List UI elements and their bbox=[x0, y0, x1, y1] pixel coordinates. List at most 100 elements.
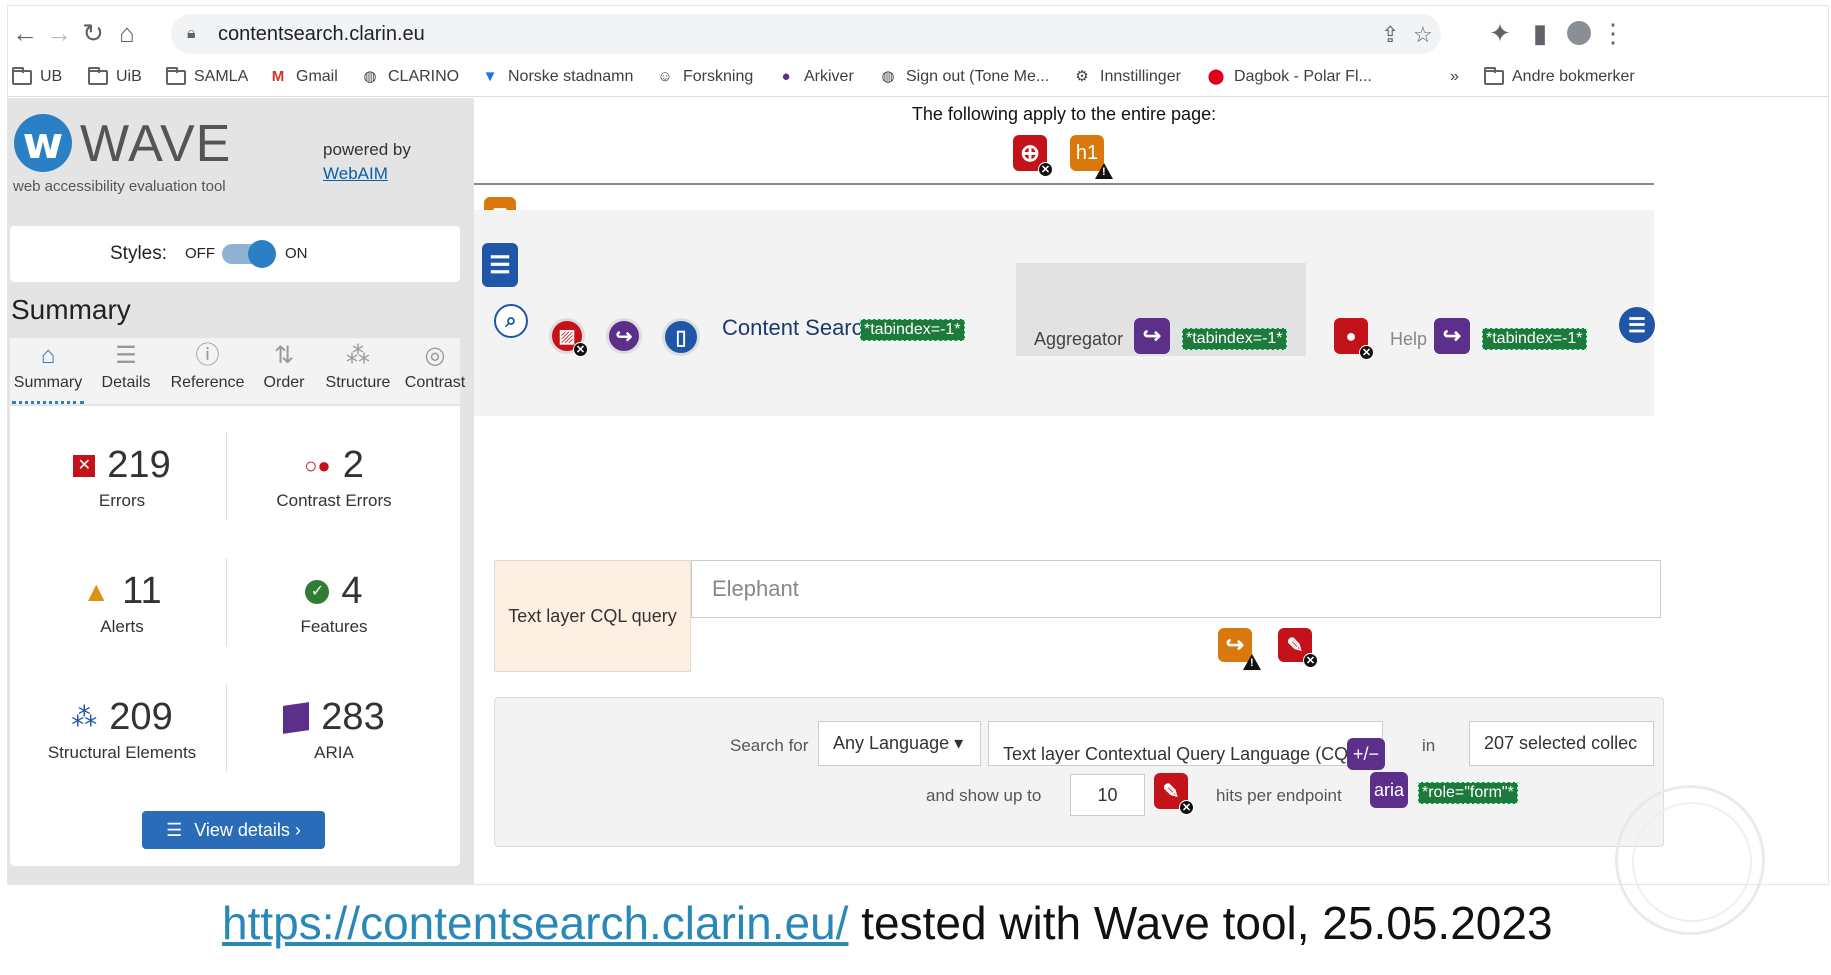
caption-link[interactable]: https://contentsearch.clarin.eu/ bbox=[222, 897, 848, 949]
reload-icon[interactable]: ↻ bbox=[78, 18, 108, 48]
stat-alerts[interactable]: ▲ 11 Alerts bbox=[22, 570, 222, 637]
bookmark-ub[interactable]: UB bbox=[12, 66, 62, 86]
dagbok-icon: ⬤ bbox=[1207, 68, 1225, 85]
link-error-icon[interactable]: ● ✕ bbox=[1334, 318, 1374, 360]
aria-tabindex-icon[interactable]: ↪ bbox=[1134, 318, 1170, 354]
styles-toggle-box: Styles: OFF ON bbox=[10, 226, 460, 282]
cql-query-input[interactable]: Elephant bbox=[691, 560, 1661, 618]
header-structure-icon[interactable]: ☰ bbox=[482, 243, 518, 287]
divider bbox=[226, 558, 227, 646]
bookmark-uib[interactable]: UiB bbox=[88, 66, 142, 86]
folder-icon bbox=[166, 66, 186, 85]
entire-page-text: The following apply to the entire page: bbox=[911, 104, 1217, 124]
bookmark-forskning[interactable]: ☺ Forskning bbox=[655, 68, 753, 86]
cql-query-label: Text layer CQL query bbox=[494, 560, 691, 672]
bookmark-innstillinger[interactable]: ⚙ Innstillinger bbox=[1072, 68, 1181, 86]
globe-icon: ◍ bbox=[881, 68, 895, 85]
browser-window: ← → ↻ ⌂ 🔒︎ contentsearch.clarin.eu ⇪ ☆ ✦… bbox=[7, 5, 1829, 885]
h1-alert-icon[interactable]: h1 bbox=[1070, 135, 1113, 179]
styles-toggle-knob[interactable] bbox=[248, 240, 276, 268]
stat-errors[interactable]: ✕ 219 Errors bbox=[22, 444, 222, 511]
order-icon: ⇅ bbox=[273, 342, 295, 369]
tab-structure[interactable]: ⁂ Structure bbox=[318, 338, 398, 404]
address-bar[interactable]: 🔒︎ contentsearch.clarin.eu ⇪ ☆ bbox=[171, 14, 1441, 54]
show-up-to-label: and show up to bbox=[926, 786, 1042, 805]
image-error-icon[interactable]: ▨ ✕ bbox=[549, 318, 588, 357]
divider bbox=[226, 684, 227, 772]
region-icon[interactable]: ▯ bbox=[662, 318, 700, 356]
folder-icon bbox=[12, 66, 32, 85]
browser-toolbar: ← → ↻ ⌂ 🔒︎ contentsearch.clarin.eu ⇪ ☆ ✦… bbox=[8, 6, 1828, 61]
menu-icon[interactable]: ⋮ bbox=[1598, 18, 1628, 48]
missing-label-error-icon[interactable]: ✎ ✕ bbox=[1154, 773, 1194, 815]
folder-icon bbox=[88, 66, 108, 85]
hits-input[interactable]: 10 bbox=[1070, 774, 1145, 816]
bookmark-gmail[interactable]: M Gmail bbox=[268, 68, 338, 86]
bookmark-samla[interactable]: SAMLA bbox=[166, 66, 248, 86]
back-icon[interactable]: ← bbox=[10, 18, 40, 48]
share-icon[interactable]: ⇪ bbox=[1381, 22, 1399, 48]
bookmark-dagbok[interactable]: ⬤ Dagbok - Polar Fl... bbox=[1206, 68, 1372, 86]
aria-tabindex-icon[interactable]: ↪ bbox=[606, 318, 642, 354]
hits-per-endpoint-label: hits per endpoint bbox=[1216, 786, 1342, 805]
tab-details[interactable]: ☰ Details bbox=[90, 338, 162, 404]
info-icon: ⓘ bbox=[195, 342, 220, 369]
query-language-select[interactable]: Text layer Contextual Query Language (CQ… bbox=[988, 721, 1383, 766]
aria-expanded-icon[interactable]: +/− bbox=[1347, 738, 1385, 770]
feature-check-icon: ✓ bbox=[305, 579, 330, 604]
tab-summary[interactable]: ⌂ Summary bbox=[12, 338, 84, 404]
more-bookmarks-icon[interactable]: » bbox=[1450, 68, 1459, 86]
bookmark-stadnamn[interactable]: ▼ Norske stadnamn bbox=[480, 68, 634, 86]
url-text[interactable]: contentsearch.clarin.eu bbox=[218, 23, 425, 46]
list-structure-icon[interactable]: ☰ bbox=[1619, 307, 1655, 343]
styles-on-label: ON bbox=[285, 245, 308, 262]
stat-aria[interactable]: 283 ARIA bbox=[234, 696, 434, 763]
tab-reference[interactable]: ⓘ Reference bbox=[165, 338, 250, 404]
styles-label: Styles: bbox=[110, 243, 168, 264]
summary-panel: ✕ 219 Errors ○● 2 Contrast Errors ▲ 11 Aler… bbox=[10, 406, 460, 866]
gear-icon: ⚙ bbox=[1075, 68, 1089, 85]
aria-tabindex-icon[interactable]: ↪ bbox=[1434, 318, 1470, 354]
bookmark-signout[interactable]: ◍ Sign out (Tone Me... bbox=[878, 68, 1049, 86]
wave-logo-text: WAVE bbox=[80, 115, 232, 173]
university-seal-logo bbox=[1615, 785, 1765, 935]
wave-logo-icon: w bbox=[14, 114, 72, 172]
stat-contrast-errors[interactable]: ○● 2 Contrast Errors bbox=[234, 444, 434, 511]
label-error-icon[interactable]: ✎ ✕ bbox=[1278, 628, 1318, 668]
home-icon[interactable]: ⌂ bbox=[112, 18, 142, 48]
stat-features[interactable]: ✓ 4 Features bbox=[234, 570, 434, 637]
search-icon[interactable]: ⌕ bbox=[494, 304, 528, 338]
bookmark-arkiver[interactable]: ● Arkiver bbox=[776, 68, 853, 86]
styles-off-label: OFF bbox=[185, 245, 215, 262]
collections-select[interactable]: 207 selected collec bbox=[1469, 721, 1654, 766]
bookmark-clarino[interactable]: ◍ CLARINO bbox=[360, 68, 459, 86]
forward-icon[interactable]: → bbox=[44, 18, 74, 48]
list-icon: ☰ bbox=[115, 342, 137, 369]
evaluated-page: The following apply to the entire page: … bbox=[474, 98, 1664, 884]
tab-order[interactable]: ⇅ Order bbox=[253, 338, 315, 404]
avatar[interactable] bbox=[1564, 18, 1594, 48]
sidepanel-icon[interactable]: ▮ bbox=[1525, 18, 1555, 48]
tabindex-tag: *tabindex=-1* bbox=[860, 319, 965, 341]
language-error-icon[interactable]: ⊕ ✕ bbox=[1013, 135, 1053, 177]
extensions-icon[interactable]: ✦ bbox=[1485, 18, 1515, 48]
role-form-tag: *role="form"* bbox=[1418, 782, 1518, 804]
help-link[interactable]: Help bbox=[1390, 329, 1427, 350]
star-icon[interactable]: ☆ bbox=[1413, 22, 1433, 48]
slide-caption: https://contentsearch.clarin.eu/ tested … bbox=[222, 896, 1553, 950]
alert-redirect-icon[interactable]: ↪ bbox=[1218, 628, 1261, 670]
powered-by: powered by WebAIM bbox=[323, 140, 411, 183]
language-select[interactable]: Any Language ▾ bbox=[818, 721, 981, 766]
content-search-title[interactable]: Content Search bbox=[722, 315, 875, 341]
aria-form-icon[interactable]: aria bbox=[1370, 772, 1408, 808]
bookmark-andre[interactable]: Andre bokmerker bbox=[1484, 66, 1635, 86]
caption-text: tested with Wave tool, 25.05.2023 bbox=[848, 897, 1553, 949]
view-details-button[interactable]: ☰ View details › bbox=[142, 811, 325, 849]
home-icon: ⌂ bbox=[40, 342, 56, 369]
aggregator-link[interactable]: Aggregator bbox=[1034, 329, 1123, 350]
webaim-link[interactable]: WebAIM bbox=[323, 164, 388, 183]
tab-contrast[interactable]: ◎ Contrast bbox=[400, 338, 470, 404]
wave-sidebar: w WAVE web accessibility evaluation tool… bbox=[8, 98, 474, 884]
stat-structural[interactable]: ⁂ 209 Structural Elements bbox=[22, 696, 222, 763]
bookmarks-bar: UB UiB SAMLA M Gmail ◍ CLARINO ▼ Norske sta… bbox=[8, 61, 1828, 97]
